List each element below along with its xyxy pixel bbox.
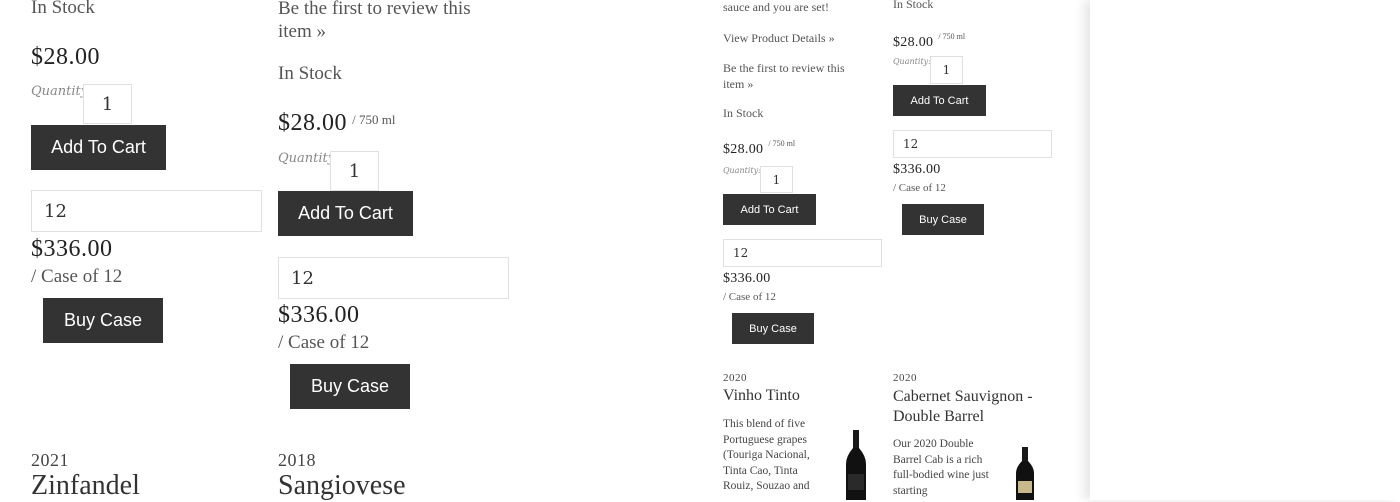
col4-case-price: $336.00 <box>893 162 941 177</box>
col2-price: $28.00 <box>278 110 347 136</box>
col2-quantity-input[interactable]: 1 <box>330 151 379 191</box>
col4-quantity-label: Quantity: <box>893 57 931 66</box>
col4-case-quantity-input[interactable]: 12 <box>893 130 1052 158</box>
col3-view-details-link[interactable]: View Product Details » <box>723 31 835 46</box>
col3-case-price: $336.00 <box>723 271 771 286</box>
col1-price: $28.00 <box>31 44 100 70</box>
col1-case-price: $336.00 <box>31 236 113 262</box>
col3-price-row: $28.00 / 750 ml <box>723 138 795 158</box>
col1-quantity-input[interactable]: 1 <box>83 84 132 124</box>
col2-unit: / 750 ml <box>352 112 396 127</box>
col1-add-to-cart-button[interactable]: Add To Cart <box>31 125 166 170</box>
right-side-panel <box>1090 0 1400 500</box>
col4-vintage-year: 2020 <box>893 372 917 384</box>
col2-case-quantity-input[interactable]: 12 <box>278 257 509 299</box>
col2-stock-status: In Stock <box>278 63 342 84</box>
col2-product-name[interactable]: Sangiovese <box>278 470 406 502</box>
col1-vintage-year: 2021 <box>31 450 69 470</box>
col3-product-name[interactable]: Vinho Tinto <box>723 387 800 405</box>
col4-stock-status: In Stock <box>893 0 934 11</box>
col3-unit: / 750 ml <box>768 139 796 148</box>
col2-vintage-year: 2018 <box>278 450 316 470</box>
col1-buy-case-button[interactable]: Buy Case <box>43 298 163 343</box>
col4-buy-case-button[interactable]: Buy Case <box>902 204 984 235</box>
col4-price-row: $28.00 / 750 ml <box>893 31 965 51</box>
col3-buy-case-button[interactable]: Buy Case <box>732 313 814 344</box>
col2-case-price: $336.00 <box>278 302 360 328</box>
col3-case-quantity-value: 12 <box>733 246 749 260</box>
col1-product-name[interactable]: Zinfandel <box>31 470 140 502</box>
col4-case-unit: / Case of 12 <box>893 182 946 194</box>
col2-case-unit: / Case of 12 <box>278 332 370 353</box>
col4-wine-bottle-image[interactable] <box>1013 447 1037 500</box>
col3-price: $28.00 <box>723 142 764 157</box>
col3-case-quantity-input[interactable]: 12 <box>723 239 882 267</box>
col1-case-quantity-value: 12 <box>44 200 67 222</box>
col3-vintage-year: 2020 <box>723 372 747 384</box>
col4-add-to-cart-button[interactable]: Add To Cart <box>893 85 986 116</box>
col2-review-link[interactable]: Be the first to review this item » <box>278 0 493 43</box>
col2-add-to-cart-button[interactable]: Add To Cart <box>278 191 413 236</box>
col4-price: $28.00 <box>893 35 934 50</box>
col2-price-row: $28.00 / 750 ml <box>278 110 395 137</box>
col2-buy-case-button[interactable]: Buy Case <box>290 364 410 409</box>
col1-case-quantity-input[interactable]: 12 <box>31 190 262 232</box>
col2-case-quantity-value: 12 <box>291 267 314 289</box>
col4-product-name[interactable]: Cabernet Sauvignon - Double Barrel <box>893 387 1058 427</box>
col3-quantity-label: Quantity: <box>723 166 761 175</box>
col3-wine-bottle-image[interactable] <box>843 430 869 500</box>
col4-product-description: Our 2020 Double Barrel Cab is a rich ful… <box>893 438 989 497</box>
col4-unit: / 750 ml <box>938 32 966 41</box>
col4-case-quantity-value: 12 <box>903 137 919 151</box>
col3-quantity-input[interactable]: 1 <box>760 166 793 193</box>
col3-stock-status: In Stock <box>723 106 764 120</box>
col3-description-tail: sauce and you are set! <box>723 0 829 14</box>
col3-product-description: This blend of five Portuguese grapes (To… <box>723 418 810 493</box>
col4-quantity-input[interactable]: 1 <box>930 56 963 84</box>
col1-case-unit: / Case of 12 <box>31 266 123 287</box>
col3-review-link[interactable]: Be the first to review this item » <box>723 60 863 92</box>
col3-add-to-cart-button[interactable]: Add To Cart <box>723 194 816 225</box>
col3-case-unit: / Case of 12 <box>723 291 776 303</box>
col1-stock-status: In Stock <box>31 0 95 18</box>
